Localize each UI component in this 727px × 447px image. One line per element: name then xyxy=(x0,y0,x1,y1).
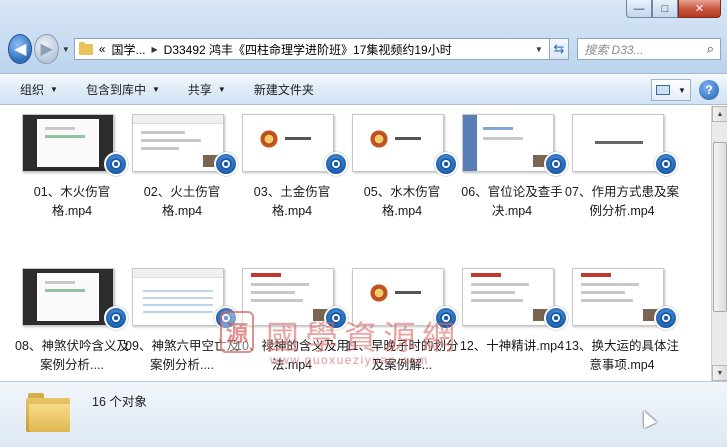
search-input[interactable]: 搜索 D33... ⌕ xyxy=(577,38,721,60)
details-pane: 16 个对象 xyxy=(0,381,727,447)
media-player-icon xyxy=(324,306,348,330)
media-player-icon xyxy=(104,152,128,176)
media-player-icon xyxy=(104,306,128,330)
file-name: 05、水木伤官格.mp4 xyxy=(363,185,441,218)
video-thumbnail xyxy=(22,114,114,172)
file-name: 11、早晚子时的划分及案例解... xyxy=(345,339,459,372)
back-button[interactable]: ◀ xyxy=(8,34,33,64)
video-thumbnail xyxy=(572,114,664,172)
file-name: 13、换大运的具体注意事项.mp4 xyxy=(565,339,679,372)
search-placeholder: 搜索 D33... xyxy=(584,42,644,57)
media-player-icon xyxy=(214,152,238,176)
share-button[interactable]: 共享 ▼ xyxy=(188,81,226,98)
file-name: 02、火土伤官格.mp4 xyxy=(143,185,221,218)
share-label: 共享 xyxy=(187,83,212,97)
chevron-down-icon: ▼ xyxy=(217,85,226,94)
chevron-right-icon[interactable]: ▶ xyxy=(152,45,158,54)
scroll-up-button[interactable]: ▲ xyxy=(712,106,727,122)
change-view-button[interactable]: ▼ xyxy=(651,79,691,101)
address-bar[interactable]: « 国学... ▶ D33492 鸿丰《四柱命理学进阶班》17集视频约19小时 … xyxy=(73,38,550,60)
maximize-button[interactable]: □ xyxy=(652,0,678,18)
chevron-down-icon: ▼ xyxy=(678,85,686,95)
file-name: 03、土金伤官格.mp4 xyxy=(253,185,331,218)
breadcrumb-item-current[interactable]: D33492 鸿丰《四柱命理学进阶班》17集视频约19小时 xyxy=(164,41,452,58)
window-chrome: — □ ✕ ◀ ▶ ▼ « 国学... ▶ D33492 鸿丰《四柱命理学进阶班… xyxy=(0,0,727,74)
toolbar-right: ▼ ? xyxy=(651,79,719,101)
help-button[interactable]: ? xyxy=(699,80,719,100)
file-name: 12、十神精讲.mp4 xyxy=(459,339,565,353)
file-name: 06、官位论及查手决.mp4 xyxy=(461,185,563,218)
file-name: 01、木火伤官格.mp4 xyxy=(33,185,111,218)
mouse-cursor-icon xyxy=(637,407,657,429)
window-controls: — □ ✕ xyxy=(626,0,721,18)
scroll-thumb[interactable] xyxy=(713,142,727,312)
command-toolbar: 组织 ▼ 包含到库中 ▼ 共享 ▼ 新建文件夹 ▼ ? xyxy=(0,75,727,105)
item-count: 16 个对象 xyxy=(92,395,147,409)
chevron-down-icon: ▼ xyxy=(151,85,160,94)
include-in-library-label: 包含到库中 xyxy=(85,83,146,97)
breadcrumb-overflow[interactable]: « xyxy=(99,42,106,56)
video-thumbnail xyxy=(132,114,224,172)
refresh-button[interactable]: ⇆ xyxy=(549,38,570,60)
vertical-scrollbar[interactable]: ▲ ▼ xyxy=(711,106,727,381)
media-player-icon xyxy=(654,306,678,330)
address-dropdown-icon[interactable]: ▼ xyxy=(535,45,549,54)
video-thumbnail xyxy=(352,268,444,326)
forward-button[interactable]: ▶ xyxy=(34,34,59,64)
file-list: 13、换大运的具体注意事项.mp4 12、十神精讲.mp4 11、早晚子时的划分及案… xyxy=(0,106,711,381)
video-thumbnail xyxy=(462,268,554,326)
video-thumbnail xyxy=(352,114,444,172)
organize-label: 组织 xyxy=(20,83,45,97)
file-name: 10、禄神的含义及用法.mp4 xyxy=(235,339,349,372)
media-player-icon xyxy=(654,152,678,176)
scroll-down-button[interactable]: ▼ xyxy=(712,365,727,381)
recent-pages-dropdown-icon[interactable]: ▼ xyxy=(62,45,70,54)
new-folder-label: 新建文件夹 xyxy=(253,83,314,97)
breadcrumb-item-root[interactable]: 国学... xyxy=(111,41,145,58)
minimize-button[interactable]: — xyxy=(626,0,652,18)
video-thumbnail xyxy=(462,114,554,172)
video-thumbnail xyxy=(242,114,334,172)
media-player-icon xyxy=(434,152,458,176)
video-thumbnail xyxy=(572,268,664,326)
media-player-icon xyxy=(544,152,568,176)
folder-icon xyxy=(78,41,93,55)
chevron-down-icon: ▼ xyxy=(50,85,58,94)
view-icon xyxy=(656,85,671,95)
new-folder-button[interactable]: 新建文件夹 xyxy=(254,81,314,98)
navigation-bar: ◀ ▶ ▼ « 国学... ▶ D33492 鸿丰《四柱命理学进阶班》17集视频… xyxy=(8,34,721,64)
file-name: 07、作用方式患及案例分析.mp4 xyxy=(565,185,679,218)
media-player-icon xyxy=(324,152,348,176)
media-player-icon xyxy=(544,306,568,330)
search-icon[interactable]: ⌕ xyxy=(707,41,714,57)
file-name: 08、神煞伏吟含义及案例分析.... xyxy=(15,339,129,372)
folder-icon xyxy=(26,392,70,432)
file-name: 09、神煞六甲空亡及案例分析.... xyxy=(125,339,239,372)
close-button[interactable]: ✕ xyxy=(678,0,721,18)
media-player-icon xyxy=(214,306,238,330)
video-thumbnail xyxy=(132,268,224,326)
media-player-icon xyxy=(434,306,458,330)
video-thumbnail xyxy=(242,268,334,326)
organize-button[interactable]: 组织 ▼ xyxy=(20,81,58,98)
include-in-library-button[interactable]: 包含到库中 ▼ xyxy=(86,81,160,98)
video-thumbnail xyxy=(22,268,114,326)
